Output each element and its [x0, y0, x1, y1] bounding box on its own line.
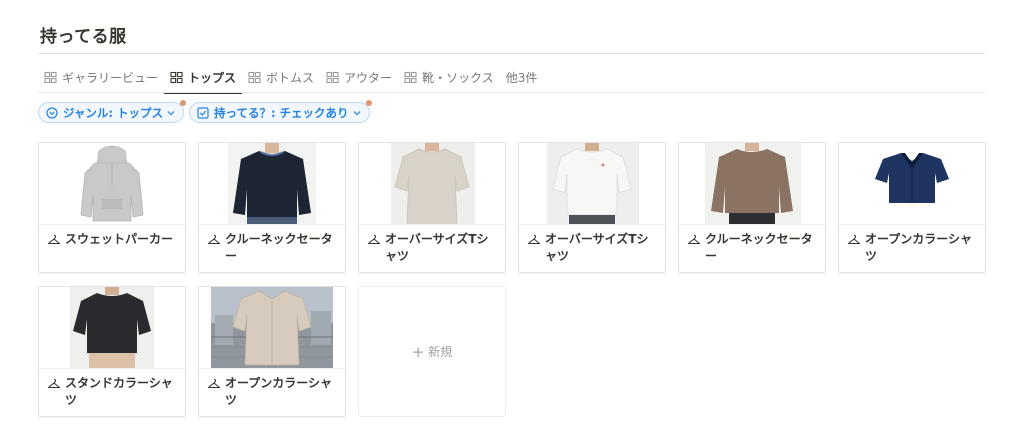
tab-label: ギャラリービュー	[62, 71, 159, 85]
tab-more[interactable]: 他3件	[500, 62, 544, 93]
filter-active-dot	[180, 100, 187, 106]
gallery-icon	[248, 71, 261, 84]
filter-genre-chip[interactable]: ジャンル: トップス	[38, 100, 187, 123]
gallery-card[interactable]: クルーネックセーター	[198, 142, 346, 273]
card-cover-image	[359, 143, 505, 225]
card-cover-image	[39, 143, 185, 225]
gallery-icon	[326, 71, 339, 84]
filter-owned-chip[interactable]: 持ってる？: チェックあり	[189, 100, 372, 123]
card-title: スウェットパーカー	[65, 232, 174, 246]
new-card-label: 新規	[428, 345, 453, 359]
title-divider	[38, 53, 985, 54]
gallery-icon	[404, 71, 417, 84]
tab-label: 靴・ソックス	[422, 71, 494, 85]
card-title: オープンカラーシャツ	[865, 232, 973, 263]
hanger-icon	[527, 234, 541, 245]
card-cover-image	[39, 287, 185, 369]
gallery-card[interactable]: オープンカラーシャツ	[838, 142, 986, 273]
tab-label: アウター	[344, 71, 393, 85]
tab-label: ボトムス	[266, 71, 315, 85]
gallery-icon	[44, 71, 57, 84]
tab-label: トップス	[188, 71, 237, 85]
hanger-icon	[847, 234, 861, 245]
filter-owned-label: 持ってる？: チェックあり	[214, 105, 349, 120]
tabs-divider	[38, 92, 985, 93]
more-tabs-label: 他3件	[505, 71, 538, 85]
gallery-card[interactable]: スタンドカラーシャツ	[38, 286, 186, 417]
card-title: クルーネックセーター	[225, 232, 333, 263]
card-cover-image	[839, 143, 985, 225]
card-cover-image	[199, 287, 345, 369]
checkbox-icon	[197, 106, 209, 119]
plus-icon: +	[411, 342, 425, 361]
filter-bar: ジャンル: トップス 持ってる？: チェックあり	[38, 100, 372, 123]
gallery-icon	[170, 71, 183, 84]
tab-bottoms[interactable]: ボトムス	[242, 62, 320, 93]
tab-outer[interactable]: アウター	[320, 62, 398, 93]
filter-genre-label: ジャンル: トップス	[63, 105, 164, 120]
hanger-icon	[47, 378, 61, 389]
new-card-button[interactable]: + 新規	[358, 286, 506, 417]
tab-tops[interactable]: トップス	[164, 62, 243, 94]
gallery-card[interactable]: スウェットパーカー	[38, 142, 186, 273]
tab-shoes-socks[interactable]: 靴・ソックス	[398, 62, 500, 93]
card-cover-image	[679, 143, 825, 225]
card-title: オーバーサイズTシャツ	[385, 232, 489, 263]
card-cover-image	[199, 143, 345, 225]
hanger-icon	[207, 378, 221, 389]
card-cover-image	[519, 143, 665, 225]
chevron-down-icon	[167, 110, 175, 115]
view-tabs: ギャラリービュー トップス ボトムス アウター 靴・ソックス 他3件	[38, 62, 544, 94]
gallery-card[interactable]: オープンカラーシャツ	[198, 286, 346, 417]
chevron-down-icon	[353, 110, 360, 115]
hanger-icon	[687, 234, 701, 245]
hanger-icon	[207, 234, 221, 245]
page-title: 持ってる服	[40, 27, 127, 47]
card-title: オーバーサイズTシャツ	[545, 232, 649, 263]
circle-chevron-icon	[46, 106, 58, 119]
filter-active-dot	[365, 100, 372, 106]
card-title: オープンカラーシャツ	[225, 376, 333, 407]
card-title: スタンドカラーシャツ	[65, 376, 173, 407]
hanger-icon	[47, 234, 61, 245]
gallery-card[interactable]: オーバーサイズTシャツ	[518, 142, 666, 273]
card-title: クルーネックセーター	[705, 232, 813, 263]
tab-gallery-view[interactable]: ギャラリービュー	[38, 62, 164, 93]
gallery-card[interactable]: オーバーサイズTシャツ	[358, 142, 506, 273]
gallery-card[interactable]: クルーネックセーター	[678, 142, 826, 273]
hanger-icon	[367, 234, 381, 245]
